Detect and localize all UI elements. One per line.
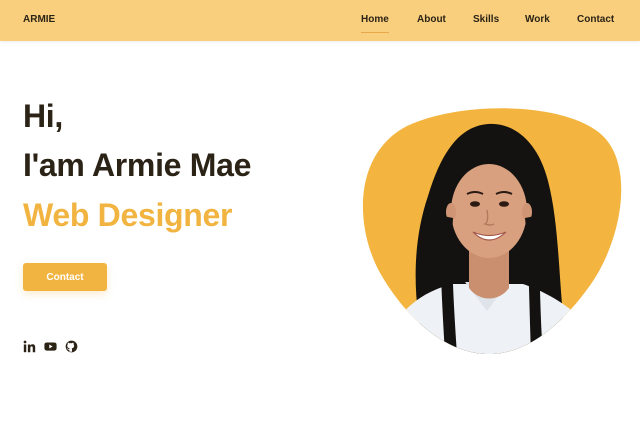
profile-photo [362, 108, 622, 354]
youtube-icon[interactable] [44, 340, 57, 353]
nav-skills[interactable]: Skills [473, 14, 499, 25]
nav-about[interactable]: About [417, 14, 446, 25]
hero-name: I'am Armie Mae [23, 147, 252, 183]
nav-home[interactable]: Home [361, 14, 389, 33]
nav-work[interactable]: Work [525, 14, 550, 25]
logo[interactable]: ARMIE [23, 14, 55, 25]
nav-contact[interactable]: Contact [577, 14, 614, 25]
hero-greeting: Hi, [23, 98, 63, 134]
header-bar: ARMIE Home About Skills Work Contact [0, 0, 640, 41]
github-icon[interactable] [65, 340, 78, 353]
linkedin-icon[interactable] [23, 340, 36, 353]
social-links [23, 340, 78, 353]
contact-button[interactable]: Contact [23, 263, 107, 291]
hero-title: Web Designer [23, 197, 233, 233]
